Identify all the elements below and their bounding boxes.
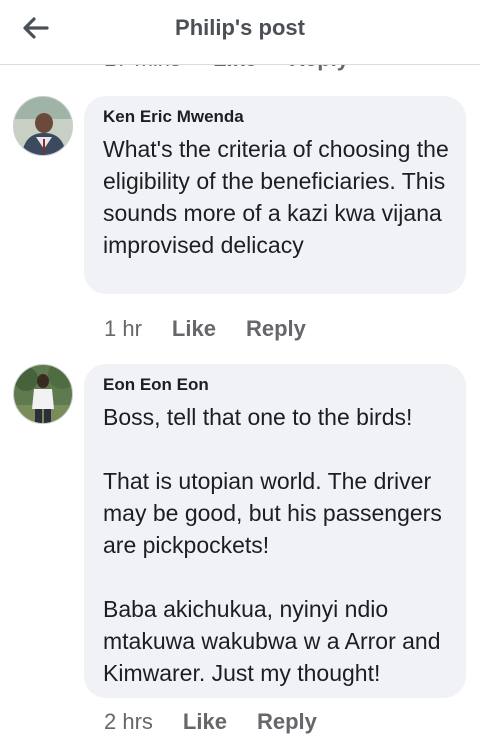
like-button[interactable]: Like — [183, 709, 227, 735]
comment-time: 1 hr — [104, 316, 142, 341]
page-title: Philip's post — [175, 15, 305, 40]
comment-author[interactable]: Ken Eric Mwenda — [103, 107, 450, 127]
comment-actions: 1 hr Like Reply — [104, 316, 306, 342]
comment-bubble: Eon Eon Eon Boss, tell that one to the b… — [84, 364, 466, 698]
avatar-photo — [14, 365, 72, 423]
comment-text-paragraph: Baba akichukua, nyinyi ndio mtakuwa waku… — [103, 596, 441, 686]
comment-actions: 2 hrs Like Reply — [104, 709, 317, 735]
comment-text-paragraph: What's the criteria of choosing the elig… — [103, 136, 449, 258]
comment-time: 2 hrs — [104, 709, 153, 734]
reply-button[interactable]: Reply — [246, 316, 306, 342]
comment-text: Boss, tell that one to the birds! That i… — [103, 401, 450, 689]
post-comments-screen: 17 mins Like Reply Philip's post Ken — [0, 0, 480, 751]
avatar-photo — [14, 97, 72, 155]
comment-text-paragraph: That is utopian world. The driver may be… — [103, 468, 442, 558]
comment-bubble: Ken Eric Mwenda What's the criteria of c… — [84, 96, 466, 294]
avatar[interactable] — [13, 96, 73, 156]
comment-text: What's the criteria of choosing the elig… — [103, 133, 450, 261]
comment-author[interactable]: Eon Eon Eon — [103, 375, 450, 395]
avatar[interactable] — [13, 364, 73, 424]
like-button[interactable]: Like — [172, 316, 216, 342]
comment-text-paragraph: Boss, tell that one to the birds! — [103, 404, 413, 430]
top-bar: Philip's post — [0, 0, 480, 65]
reply-button[interactable]: Reply — [257, 709, 317, 735]
